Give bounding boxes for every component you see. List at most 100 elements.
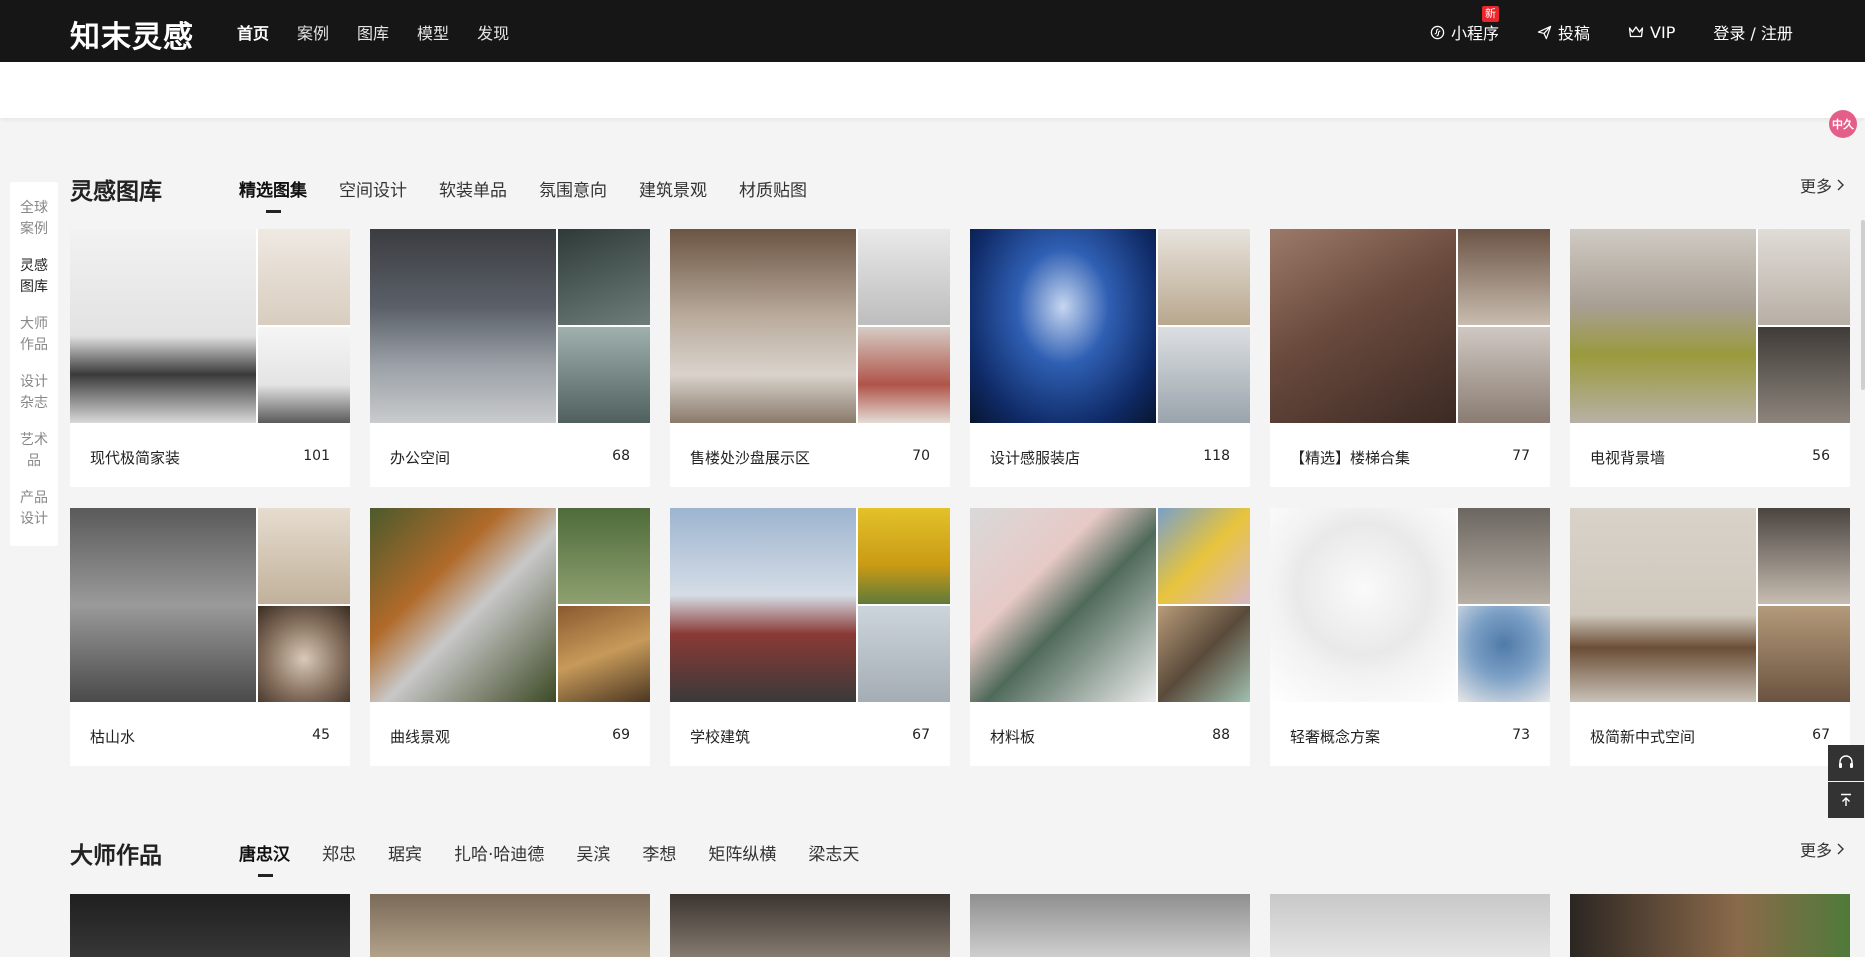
sidenav-inspiration-gallery[interactable]: 灵感图库 [10, 248, 58, 306]
masters-more-link[interactable]: 更多 [1800, 837, 1845, 861]
side-nav: 全球案例 灵感图库 大师作品 设计杂志 艺术品 产品设计 [10, 182, 58, 546]
masters-tabs: 唐忠汉 郑忠 琚宾 扎哈·哈迪德 吴滨 李想 矩阵纵横 梁志天 [239, 840, 859, 877]
nav-models[interactable]: 模型 [417, 20, 449, 44]
tab-mood[interactable]: 氛围意向 [539, 176, 607, 201]
gallery-card[interactable]: 极简新中式空间 67 [1570, 508, 1850, 766]
card-count: 73 [1512, 727, 1530, 743]
card-image-collage [370, 229, 650, 423]
tab-master-4[interactable]: 吴滨 [576, 840, 610, 865]
login-label: 登录 / 注册 [1713, 24, 1793, 43]
card-image-collage [370, 508, 650, 702]
card-image-collage [670, 229, 950, 423]
card-image-collage [1270, 229, 1550, 423]
sidenav-product-design[interactable]: 产品设计 [10, 480, 58, 538]
gallery-card[interactable]: 设计感服装店 118 [970, 229, 1250, 487]
tab-soft-furnishing[interactable]: 软装单品 [439, 176, 507, 201]
card-count: 67 [912, 727, 930, 743]
card-image-collage [70, 229, 350, 423]
card-count: 77 [1512, 448, 1530, 464]
nav-discover[interactable]: 发现 [477, 20, 509, 44]
card-title: 电视背景墙 [1590, 449, 1666, 467]
card-count: 88 [1212, 727, 1230, 743]
gallery-card[interactable]: 售楼处沙盘展示区 70 [670, 229, 950, 487]
gallery-more-link[interactable]: 更多 [1800, 173, 1845, 197]
login-register-link[interactable]: 登录 / 注册 [1713, 20, 1793, 44]
back-to-top-button[interactable] [1828, 782, 1864, 818]
sidenav-master-works[interactable]: 大师作品 [10, 306, 58, 364]
gallery-card[interactable]: 曲线景观 69 [370, 508, 650, 766]
new-badge: 新 [1482, 6, 1499, 22]
card-title: 售楼处沙盘展示区 [690, 449, 811, 467]
chevron-right-icon [1836, 843, 1845, 855]
gallery-card[interactable]: 现代极简家装 101 [70, 229, 350, 487]
card-title: 【精选】楼梯合集 [1290, 449, 1411, 467]
card-image-collage [70, 508, 350, 702]
card-count: 69 [612, 727, 630, 743]
gallery-card[interactable]: 【精选】楼梯合集 77 [1270, 229, 1550, 487]
tab-master-2[interactable]: 琚宾 [388, 840, 422, 865]
master-work-card[interactable] [970, 894, 1250, 957]
tab-space-design[interactable]: 空间设计 [339, 176, 407, 201]
tab-master-6[interactable]: 矩阵纵横 [708, 840, 776, 865]
masters-section-title: 大师作品 [70, 843, 162, 869]
miniapp-icon [1430, 25, 1445, 40]
card-title: 现代极简家装 [90, 449, 181, 467]
vip-label: VIP [1650, 22, 1676, 42]
master-work-card[interactable] [370, 894, 650, 957]
sidenav-design-magazine[interactable]: 设计杂志 [10, 364, 58, 422]
gallery-card[interactable]: 电视背景墙 56 [1570, 229, 1850, 487]
back-to-top-icon [1838, 792, 1854, 808]
master-work-card[interactable] [70, 894, 350, 957]
tab-architecture[interactable]: 建筑景观 [639, 176, 707, 201]
main-nav: 首页 案例 图库 模型 发现 [237, 20, 509, 44]
master-work-card[interactable] [1570, 894, 1850, 957]
sidenav-art[interactable]: 艺术品 [10, 422, 58, 480]
card-count: 70 [912, 448, 930, 464]
card-image-collage [1570, 508, 1850, 702]
tab-master-5[interactable]: 李想 [642, 840, 676, 865]
submit-link[interactable]: 投稿 [1537, 20, 1590, 44]
crown-icon [1628, 25, 1644, 39]
card-count: 67 [1812, 727, 1830, 743]
gallery-card[interactable]: 材料板 88 [970, 508, 1250, 766]
card-title: 设计感服装店 [990, 449, 1081, 467]
nav-cases[interactable]: 案例 [297, 20, 329, 44]
miniapp-label: 小程序 [1451, 24, 1500, 43]
nav-gallery[interactable]: 图库 [357, 20, 389, 44]
card-title: 办公空间 [390, 449, 451, 467]
card-count: 118 [1203, 448, 1230, 464]
tab-master-3[interactable]: 扎哈·哈迪德 [454, 840, 544, 865]
site-logo[interactable]: 知末灵感 [70, 12, 194, 56]
master-work-card[interactable] [670, 894, 950, 957]
card-title: 曲线景观 [390, 728, 451, 746]
master-work-card[interactable] [1270, 894, 1550, 957]
card-image-collage [970, 229, 1250, 423]
card-count: 56 [1812, 448, 1830, 464]
gallery-card[interactable]: 办公空间 68 [370, 229, 650, 487]
tab-master-7[interactable]: 梁志天 [808, 840, 859, 865]
tab-master-0[interactable]: 唐忠汉 [239, 840, 290, 877]
gallery-card[interactable]: 枯山水 45 [70, 508, 350, 766]
card-title: 材料板 [990, 728, 1036, 746]
miniapp-link[interactable]: 小程序 新 [1430, 6, 1500, 44]
gallery-section-title: 灵感图库 [70, 179, 162, 205]
card-title: 极简新中式空间 [1590, 728, 1696, 746]
tab-master-1[interactable]: 郑忠 [322, 840, 356, 865]
tab-material[interactable]: 材质贴图 [739, 176, 807, 201]
card-title: 枯山水 [90, 728, 136, 746]
page-scrollbar[interactable] [1861, 220, 1865, 390]
vip-link[interactable]: VIP [1628, 20, 1675, 44]
sidenav-global-cases[interactable]: 全球案例 [10, 190, 58, 248]
gallery-tabs: 精选图集 空间设计 软装单品 氛围意向 建筑景观 材质贴图 [239, 176, 807, 213]
customer-service-button[interactable] [1828, 745, 1864, 781]
header-sub-band [0, 62, 1865, 118]
gallery-card[interactable]: 学校建筑 67 [670, 508, 950, 766]
card-title: 轻奢概念方案 [1290, 728, 1381, 746]
tab-featured[interactable]: 精选图集 [239, 176, 307, 213]
card-count: 101 [303, 448, 330, 464]
gallery-card[interactable]: 轻奢概念方案 73 [1270, 508, 1550, 766]
nav-home[interactable]: 首页 [237, 20, 269, 44]
masters-more-label: 更多 [1800, 841, 1833, 860]
floating-avatar[interactable]: 中久 [1829, 110, 1857, 138]
card-title: 学校建筑 [690, 728, 751, 746]
